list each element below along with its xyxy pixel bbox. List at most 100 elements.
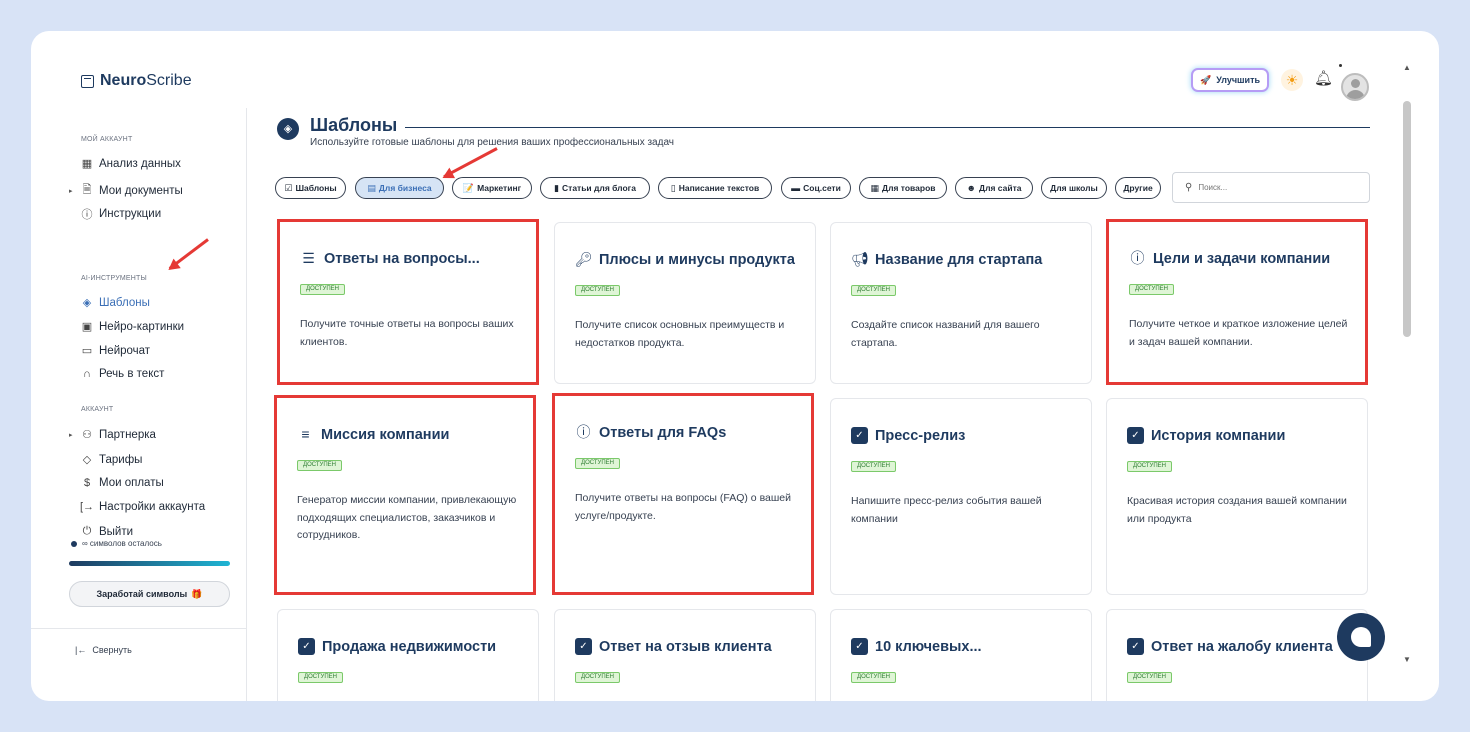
template-card[interactable]: ✓ Пресс-релиз доступен Напишите пресс-рел… bbox=[830, 398, 1092, 595]
chip-social-media[interactable]: ▬ Соц.сети bbox=[781, 177, 851, 199]
scroll-down-arrow-icon[interactable]: ▼ bbox=[1403, 655, 1411, 664]
templates-title-icon: ◈ bbox=[277, 118, 299, 140]
status-badge: доступен bbox=[851, 461, 896, 472]
status-badge: доступен bbox=[851, 672, 896, 683]
status-dot bbox=[71, 540, 77, 547]
sidebar-item-speech-to-text[interactable]: ∩ Речь в текст bbox=[69, 368, 164, 380]
sidebar-item-logout[interactable]: ⏻ Выйти bbox=[69, 525, 133, 538]
chip-label: Статьи для блога bbox=[562, 183, 636, 193]
chip-marketing[interactable]: 📝 Маркетинг bbox=[452, 177, 532, 199]
sidebar: МОЙ АККАУНТ ▦ Анализ данных ▸ 🗎 Мои докумен… bbox=[31, 108, 247, 701]
sidebar-item-label: Нейрочат bbox=[99, 344, 151, 357]
sidebar-item-label: Речь в текст bbox=[99, 368, 165, 380]
chip-other[interactable]: Другие bbox=[1115, 177, 1161, 199]
template-card[interactable]: ✓ Продажа недвижимости доступен bbox=[277, 609, 539, 701]
earn-symbols-label: Заработай символы bbox=[96, 589, 188, 599]
template-card[interactable]: ✓ Ответ на жалобу клиента доступен bbox=[1106, 609, 1368, 701]
chip-for-school[interactable]: Для школы bbox=[1041, 177, 1107, 199]
search-input[interactable] bbox=[1198, 183, 1349, 192]
checkbox-icon: ✓ bbox=[575, 638, 592, 655]
dollar-icon: $ bbox=[83, 477, 91, 489]
annotation-arrow-chip bbox=[443, 147, 498, 178]
image-icon: ▣ bbox=[81, 321, 93, 333]
sidebar-item-account-settings[interactable]: [→ Настройки аккаунта bbox=[69, 501, 205, 513]
template-card[interactable]: ✓ Ответ на отзыв клиента доступен bbox=[554, 609, 816, 701]
card-description: Создайте список названий для вашего стар… bbox=[851, 319, 1040, 349]
checkbox-icon: ✓ bbox=[298, 638, 315, 655]
card-title: Пресс-релиз bbox=[875, 427, 966, 444]
template-card[interactable]: ≡ Миссия компании доступен Генератор мисс… bbox=[274, 395, 536, 595]
expand-caret-icon[interactable]: ▸ bbox=[69, 431, 79, 439]
template-card[interactable]: ⓘ Цели и задачи компании доступен Получит… bbox=[1106, 219, 1368, 385]
chip-text-writing[interactable]: ▯ Написание текстов bbox=[658, 177, 772, 199]
chip-label: Соц.сети bbox=[803, 183, 841, 193]
template-card[interactable]: ✓ 10 ключевых... доступен bbox=[830, 609, 1092, 701]
chip-blog-articles[interactable]: ▮ Статьи для блога bbox=[540, 177, 650, 199]
scrollbar-thumb[interactable] bbox=[1403, 101, 1411, 337]
sidebar-item-neuro-images[interactable]: ▣ Нейро-картинки bbox=[69, 320, 184, 334]
chip-for-website[interactable]: ☻ Для сайта bbox=[955, 177, 1033, 199]
status-badge: доступен bbox=[298, 672, 343, 683]
card-description: Красивая история создания вашей компании… bbox=[1127, 495, 1347, 525]
earn-symbols-button[interactable]: Заработай символы 🎁 bbox=[69, 581, 230, 607]
sidebar-item-my-documents[interactable]: ▸ 🗎 Мои документы bbox=[69, 181, 183, 200]
users-icon: ⚇ bbox=[82, 429, 92, 441]
template-card[interactable]: 📢︎ Название для стартапа доступен Создайт… bbox=[830, 222, 1092, 384]
card-description: Напишите пресс-релиз события вашей компа… bbox=[851, 495, 1042, 525]
note-icon: 📝 bbox=[462, 182, 475, 193]
status-badge: доступен bbox=[1127, 461, 1172, 472]
gift-icon: 🎁 bbox=[191, 588, 203, 599]
card-description: Генератор миссии компании, привлекающую … bbox=[297, 494, 517, 541]
symbols-remaining-text: ∞ символов осталось bbox=[82, 539, 162, 548]
sidebar-item-data-analysis[interactable]: ▦ Анализ данных bbox=[69, 157, 181, 171]
card-title: Цели и задачи компании bbox=[1153, 250, 1331, 267]
expand-caret-icon[interactable]: ▸ bbox=[69, 187, 79, 195]
symbols-progress-bar bbox=[69, 561, 230, 566]
template-card[interactable]: 🔑︎ Плюсы и минусы продукта доступен Получ… bbox=[554, 222, 816, 384]
template-card[interactable]: ☰ Ответы на вопросы... доступен Получите … bbox=[277, 219, 539, 385]
template-card[interactable]: ✓ История компании доступен Красивая исто… bbox=[1106, 398, 1368, 595]
checkbox-icon: ✓ bbox=[851, 638, 868, 655]
sidebar-item-tariffs[interactable]: ◇ Тарифы bbox=[69, 453, 143, 467]
chart-icon: ▮ bbox=[554, 182, 560, 193]
sidebar-item-instructions[interactable]: ⓘ Инструкции bbox=[69, 206, 162, 222]
sidebar-item-label: Тарифы bbox=[99, 453, 143, 466]
logo-bold-text: Neuro bbox=[100, 72, 147, 89]
app-logo[interactable]: NeuroScribe bbox=[81, 72, 192, 90]
card-title: Ответы для FAQs bbox=[599, 424, 727, 441]
user-avatar[interactable] bbox=[1341, 73, 1369, 101]
info-icon: ⓘ bbox=[576, 424, 591, 440]
layers-icon: ◈ bbox=[82, 297, 92, 309]
card-title: Плюсы и минусы продукта bbox=[599, 251, 795, 268]
theme-toggle-sun-icon[interactable]: ☀ bbox=[1281, 69, 1303, 91]
chip-for-business[interactable]: ▤ Для бизнеса bbox=[355, 177, 444, 199]
sidebar-item-my-payments[interactable]: $ Мои оплаты bbox=[69, 477, 164, 489]
tag-icon: ◇ bbox=[82, 454, 92, 466]
status-badge: доступен bbox=[1127, 672, 1172, 683]
upgrade-button[interactable]: 🚀 Улучшить bbox=[1191, 68, 1269, 92]
search-box[interactable]: ⚲ bbox=[1172, 172, 1370, 203]
sidebar-item-neurochat[interactable]: ▭ Нейрочат bbox=[69, 344, 151, 358]
headphones-icon: ∩ bbox=[83, 368, 91, 380]
sidebar-item-label: Мои оплаты bbox=[99, 477, 164, 489]
megaphone-icon: 📢︎ bbox=[851, 251, 869, 267]
sidebar-item-partners[interactable]: ▸ ⚇ Партнерка bbox=[69, 428, 156, 442]
phone-icon: ▯ bbox=[670, 182, 676, 193]
support-chat-button[interactable] bbox=[1337, 613, 1385, 661]
text-lines-icon: ≡ bbox=[301, 426, 310, 442]
template-card[interactable]: ⓘ Ответы для FAQs доступен Получите ответ… bbox=[552, 393, 814, 595]
sidebar-divider bbox=[31, 628, 247, 629]
notification-bell-icon[interactable]: 🔔︎ bbox=[1314, 69, 1333, 87]
rocket-icon: 🚀 bbox=[1199, 74, 1212, 85]
scroll-up-arrow-icon[interactable]: ▲ bbox=[1403, 63, 1411, 72]
chip-label: Написание текстов bbox=[678, 183, 760, 193]
collapse-sidebar-button[interactable]: |← Свернуть bbox=[75, 645, 132, 655]
chip-templates[interactable]: ☑ Шаблоны bbox=[275, 177, 346, 199]
sidebar-item-label: Партнерка bbox=[99, 428, 156, 441]
status-badge: доступен bbox=[851, 285, 896, 296]
chip-for-products[interactable]: ▦ Для товаров bbox=[859, 177, 947, 199]
symbols-remaining: ∞ символов осталось bbox=[71, 539, 162, 548]
checkbox-icon: ✓ bbox=[851, 427, 868, 444]
sidebar-item-templates[interactable]: ◈ Шаблоны bbox=[69, 296, 150, 310]
laptop-icon: ▬ bbox=[791, 183, 801, 193]
